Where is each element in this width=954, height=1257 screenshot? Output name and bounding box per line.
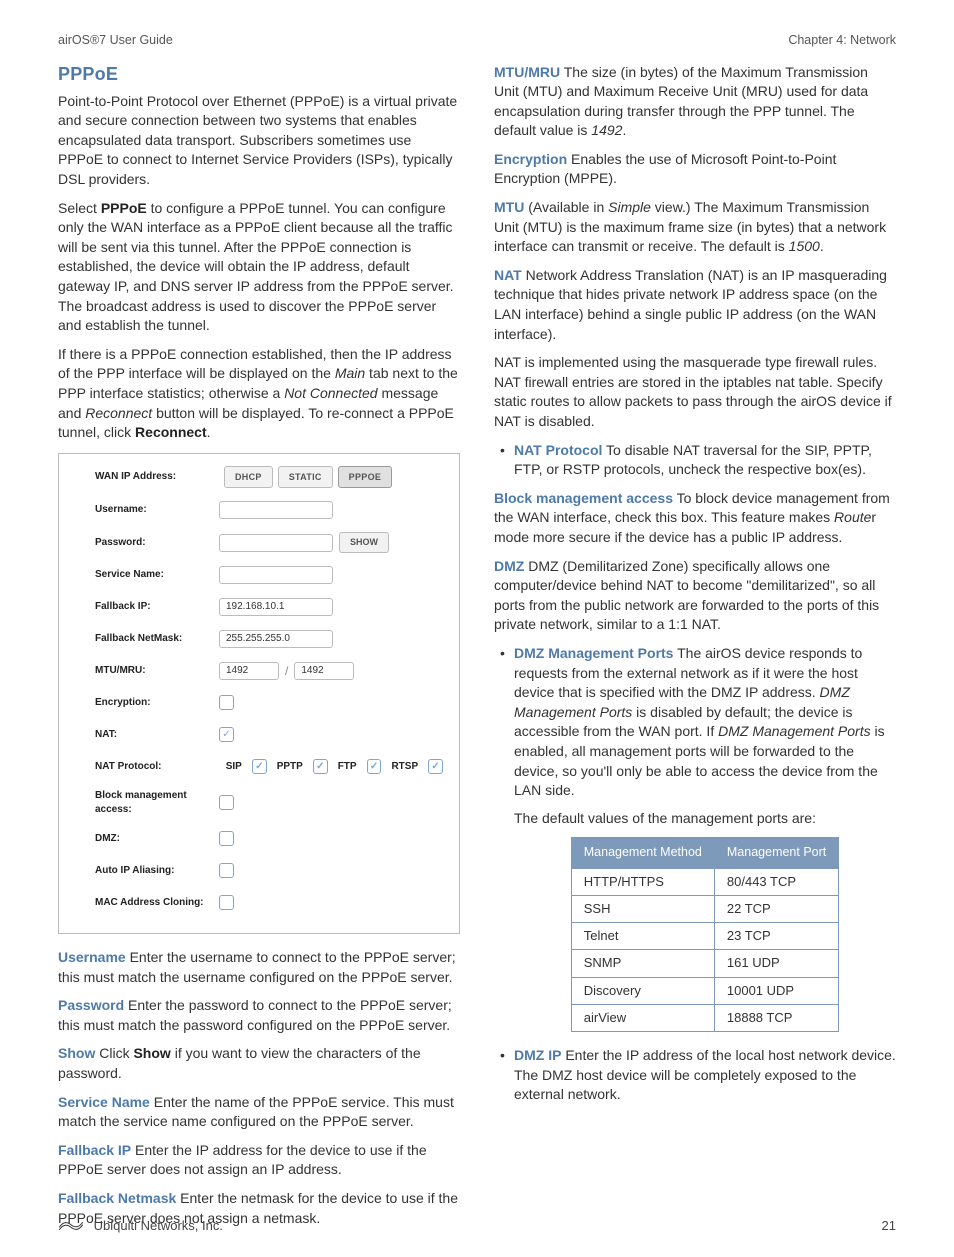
def-show: Show Click Show if you want to view the …	[58, 1044, 460, 1083]
def-dmz-ip: DMZ IP Enter the IP address of the local…	[494, 1046, 896, 1105]
checkbox-block-mgmt[interactable]	[219, 795, 234, 810]
input-fallback-ip[interactable]	[219, 598, 333, 616]
label-username: Username:	[95, 503, 219, 517]
checkbox-rtsp[interactable]	[428, 759, 443, 774]
left-column: PPPoE Point-to-Point Protocol over Ether…	[58, 58, 460, 1238]
label-fallback-ip: Fallback IP:	[95, 600, 219, 614]
proto-rtsp-label: RTSP	[391, 760, 418, 774]
running-header: airOS®7 User Guide Chapter 4: Network	[58, 32, 896, 50]
table-intro: The default values of the management por…	[514, 809, 896, 829]
input-username[interactable]	[219, 501, 333, 519]
proto-ftp-label: FTP	[338, 760, 357, 774]
checkbox-ftp[interactable]	[367, 759, 382, 774]
label-auto-ip: Auto IP Aliasing:	[95, 864, 219, 878]
def-service: Service Name Enter the name of the PPPoE…	[58, 1093, 460, 1132]
para-reconnect: If there is a PPPoE connection establish…	[58, 345, 460, 443]
label-mac-clone: MAC Address Cloning:	[95, 896, 219, 910]
page-footer: Ubiquiti Networks, Inc. 21	[58, 1217, 896, 1235]
input-mtu[interactable]	[219, 662, 279, 680]
def-dmz: DMZ DMZ (Demilitarized Zone) specificall…	[494, 557, 896, 635]
pppoe-form-figure: WAN IP Address: DHCP STATIC PPPOE Userna…	[58, 453, 460, 934]
heading-pppoe: PPPoE	[58, 62, 460, 87]
input-password[interactable]	[219, 534, 333, 552]
input-service-name[interactable]	[219, 566, 333, 584]
def-dmz-mgmt-ports: DMZ Management Ports The airOS device re…	[494, 644, 896, 1032]
def-mtu-mru: MTU/MRU The size (in bytes) of the Maxim…	[494, 63, 896, 141]
btn-static[interactable]: STATIC	[278, 466, 333, 489]
footer-company: Ubiquiti Networks, Inc.	[58, 1217, 223, 1235]
mtu-mru-separator: /	[285, 663, 288, 680]
label-password: Password:	[95, 536, 219, 550]
table-row: Telnet23 TCP	[571, 923, 839, 950]
table-row: airView18888 TCP	[571, 1004, 839, 1031]
def-mtu: MTU (Available in Simple view.) The Maxi…	[494, 198, 896, 257]
label-dmz: DMZ:	[95, 832, 219, 846]
table-header-method: Management Method	[571, 838, 714, 869]
checkbox-mac-clone[interactable]	[219, 895, 234, 910]
button-show[interactable]: SHOW	[339, 532, 389, 553]
def-nat: NAT Network Address Translation (NAT) is…	[494, 266, 896, 344]
right-column: MTU/MRU The size (in bytes) of the Maxim…	[494, 58, 896, 1238]
table-header-port: Management Port	[714, 838, 838, 869]
label-nat-protocol: NAT Protocol:	[95, 760, 218, 774]
label-nat: NAT:	[95, 728, 219, 742]
table-row: SSH22 TCP	[571, 895, 839, 922]
def-encryption: Encryption Enables the use of Microsoft …	[494, 150, 896, 189]
ubiquiti-logo-icon	[58, 1220, 84, 1232]
management-ports-table: Management Method Management Port HTTP/H…	[571, 837, 840, 1032]
table-row: SNMP161 UDP	[571, 950, 839, 977]
para-intro: Point-to-Point Protocol over Ethernet (P…	[58, 92, 460, 190]
def-nat2: NAT is implemented using the masquerade …	[494, 353, 896, 431]
label-block-mgmt: Block management access:	[95, 789, 219, 817]
input-mru[interactable]	[294, 662, 354, 680]
checkbox-auto-ip[interactable]	[219, 863, 234, 878]
label-wan-ip: WAN IP Address:	[95, 470, 219, 484]
btn-dhcp[interactable]: DHCP	[224, 466, 273, 489]
proto-pptp-label: PPTP	[277, 760, 303, 774]
def-password: Password Enter the password to connect t…	[58, 996, 460, 1035]
def-fallback-ip: Fallback IP Enter the IP address for the…	[58, 1141, 460, 1180]
def-username: Username Enter the username to connect t…	[58, 948, 460, 987]
btn-pppoe[interactable]: PPPOE	[338, 466, 393, 489]
checkbox-nat[interactable]	[219, 727, 234, 742]
label-mtu-mru: MTU/MRU:	[95, 664, 219, 678]
table-row: HTTP/HTTPS80/443 TCP	[571, 868, 839, 895]
page-number: 21	[882, 1217, 896, 1235]
checkbox-pptp[interactable]	[313, 759, 328, 774]
checkbox-encryption[interactable]	[219, 695, 234, 710]
para-select: Select PPPoE to configure a PPPoE tunnel…	[58, 199, 460, 336]
def-block-mgmt: Block management access To block device …	[494, 489, 896, 548]
header-left: airOS®7 User Guide	[58, 32, 173, 50]
checkbox-dmz[interactable]	[219, 831, 234, 846]
label-fallback-mask: Fallback NetMask:	[95, 632, 219, 646]
header-right: Chapter 4: Network	[788, 32, 896, 50]
label-service-name: Service Name:	[95, 568, 219, 582]
proto-sip-label: SIP	[226, 760, 242, 774]
def-nat-protocol: NAT Protocol To disable NAT traversal fo…	[494, 441, 896, 480]
table-row: Discovery10001 UDP	[571, 977, 839, 1004]
label-encryption: Encryption:	[95, 696, 219, 710]
checkbox-sip[interactable]	[252, 759, 267, 774]
input-fallback-mask[interactable]	[219, 630, 333, 648]
